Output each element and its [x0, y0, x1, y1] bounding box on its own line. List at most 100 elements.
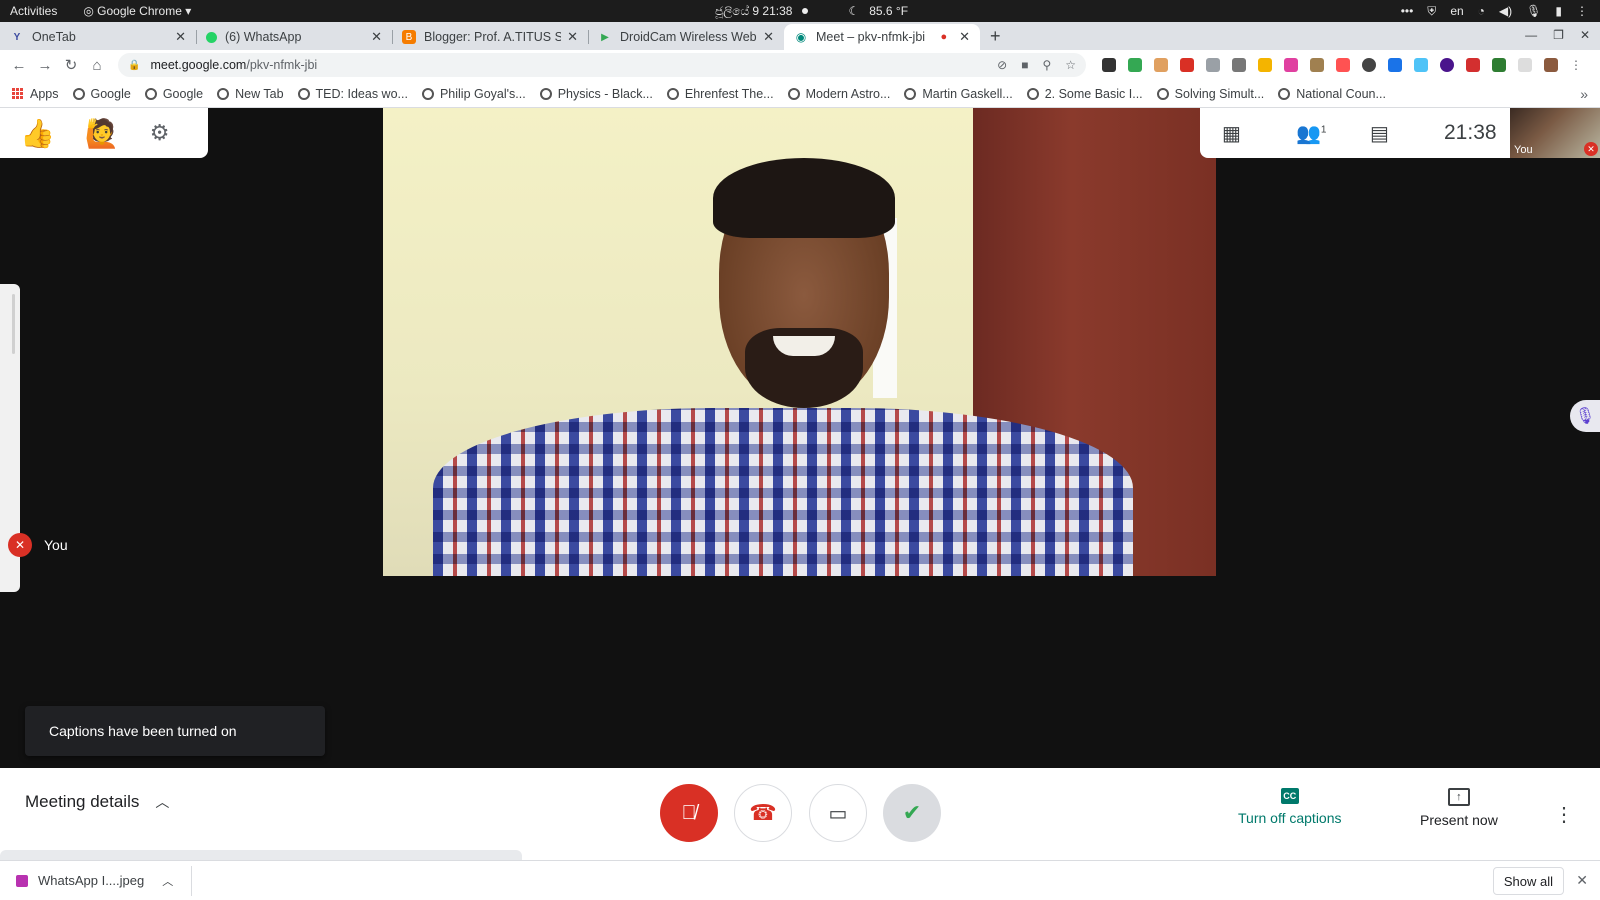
extension-icon[interactable] [1388, 58, 1402, 72]
tab-meet[interactable]: ◉ Meet – pkv-nfmk-jbi ● ✕ [784, 24, 980, 50]
settings-gear-icon[interactable]: ⚙ [150, 120, 170, 146]
extension-icon[interactable] [1518, 58, 1532, 72]
turn-off-captions-button[interactable]: CC Turn off captions [1238, 788, 1342, 826]
download-shelf: WhatsApp I....jpeg ︿ Show all ✕ [0, 860, 1600, 900]
extension-icon[interactable] [1336, 58, 1350, 72]
forward-icon[interactable]: → [32, 57, 58, 74]
extension-icon[interactable] [1102, 58, 1116, 72]
globe-icon [421, 87, 434, 100]
power-menu-icon[interactable]: ⋮ [1576, 4, 1588, 18]
mic-toggle-button[interactable]: 🎙̸ [660, 784, 718, 842]
extension-icon[interactable] [1440, 58, 1454, 72]
globe-icon [297, 87, 310, 100]
activities-button[interactable]: Activities [10, 4, 57, 18]
wifi-icon[interactable]: ◔ [1478, 4, 1485, 18]
reactions-bar: 👍 🙋 ⚙ [0, 108, 208, 158]
chrome-menu-icon[interactable]: ⋮ [1570, 58, 1582, 72]
chat-icon[interactable]: ▤ [1370, 121, 1444, 146]
more-options-icon[interactable]: ⋮ [1554, 802, 1574, 827]
app-menu[interactable]: ◎ Google Chrome ▾ [83, 4, 191, 18]
bookmark-apps[interactable]: Apps [12, 87, 59, 101]
extension-icon[interactable] [1258, 58, 1272, 72]
bookmark-item[interactable]: New Tab [217, 87, 284, 101]
home-icon[interactable]: ⌂ [84, 57, 110, 74]
meet-favicon-icon: ◉ [795, 30, 807, 44]
tab-onetab[interactable]: Y OneTab ✕ [0, 24, 196, 50]
chevron-up-icon: ︿ [155, 794, 170, 810]
close-tab-icon[interactable]: ✕ [371, 29, 382, 45]
thumbs-up-icon[interactable]: 👍 [20, 117, 55, 150]
meeting-details-button[interactable]: Meeting details ︿ [25, 792, 169, 812]
reload-icon[interactable]: ↻ [58, 56, 84, 74]
chevron-up-icon[interactable]: ︿ [162, 873, 173, 889]
camera-icon[interactable]: ■ [1021, 58, 1028, 72]
camera-toggle-button[interactable]: ▭ [809, 784, 867, 842]
bookmark-item[interactable]: Solving Simult... [1156, 87, 1264, 101]
tab-droidcam[interactable]: ▶ DroidCam Wireless Webc ✕ [588, 24, 784, 50]
language-indicator[interactable]: en [1450, 4, 1463, 18]
bookmark-item[interactable]: Ehrenfest The... [666, 87, 774, 101]
layout-grid-icon[interactable]: ▦ [1222, 121, 1296, 146]
hang-up-icon: ☎ [749, 800, 777, 825]
blocked-camera-icon[interactable]: ⊘ [997, 58, 1007, 72]
zoom-icon[interactable]: ⚲ [1042, 58, 1051, 72]
close-tab-icon[interactable]: ✕ [567, 29, 578, 45]
extension-icon[interactable] [1414, 58, 1428, 72]
mic-icon[interactable]: 🎙 [1526, 4, 1541, 18]
overflow-icon[interactable]: ••• [1401, 4, 1414, 18]
bookmark-item[interactable]: Physics - Black... [539, 87, 653, 101]
extension-icon[interactable] [1180, 58, 1194, 72]
tab-whatsapp[interactable]: (6) WhatsApp ✕ [196, 24, 392, 50]
bookmark-item[interactable]: National Coun... [1278, 87, 1386, 101]
meet-top-right-bar: ▦ 👥1 ▤ 21:38 You ✕ [1200, 108, 1600, 158]
check-button[interactable]: ✔ [883, 784, 941, 842]
back-icon[interactable]: ← [6, 57, 32, 74]
bookmark-item[interactable]: Philip Goyal's... [421, 87, 526, 101]
extension-icon[interactable] [1232, 58, 1246, 72]
participants-button[interactable]: 👥1 [1296, 121, 1370, 146]
address-bar[interactable]: 🔒 meet.google.com/pkv-nfmk-jbi ⊘ ■ ⚲ ☆ [118, 53, 1086, 77]
show-all-downloads-button[interactable]: Show all [1492, 867, 1564, 895]
video-camera-icon: ▭ [828, 802, 848, 825]
more-bookmarks-icon[interactable]: » [1580, 86, 1588, 102]
extension-icon[interactable] [1362, 58, 1376, 72]
profile-avatar[interactable] [1544, 58, 1558, 72]
download-item[interactable]: WhatsApp I....jpeg ︿ [0, 865, 192, 896]
close-tab-icon[interactable]: ✕ [175, 29, 186, 45]
close-tab-icon[interactable]: ✕ [763, 29, 774, 45]
bookmark-item[interactable]: Martin Gaskell... [904, 87, 1013, 101]
restore-icon[interactable]: ❐ [1553, 28, 1564, 42]
bookmarks-bar: Apps Google Google New Tab TED: Ideas wo… [0, 80, 1600, 108]
close-shelf-icon[interactable]: ✕ [1576, 872, 1588, 889]
extension-icon[interactable] [1492, 58, 1506, 72]
leave-call-button[interactable]: ☎ [734, 784, 792, 842]
battery-icon[interactable]: ▮ [1555, 4, 1562, 18]
self-view-thumbnail[interactable]: You ✕ [1510, 108, 1600, 158]
volume-icon[interactable]: ◀) [1499, 4, 1512, 18]
bookmark-item[interactable]: Google [144, 87, 203, 101]
minimize-icon[interactable]: — [1525, 28, 1537, 42]
extension-icon[interactable] [1206, 58, 1220, 72]
extension-icon[interactable] [1310, 58, 1324, 72]
bookmark-star-icon[interactable]: ☆ [1065, 58, 1076, 72]
present-now-button[interactable]: ↑ Present now [1420, 788, 1498, 828]
bookmark-item[interactable]: TED: Ideas wo... [297, 87, 408, 101]
extension-icon[interactable] [1284, 58, 1298, 72]
bookmark-item[interactable]: 2. Some Basic I... [1026, 87, 1143, 101]
people-icon: 👥 [1296, 122, 1321, 145]
mic-indicator-icon[interactable]: 🎙 [1570, 400, 1600, 432]
extension-icon[interactable] [1466, 58, 1480, 72]
new-tab-button[interactable]: + [990, 26, 1001, 47]
datetime[interactable]: ජූලියේ 9 21:38 ☾ 85.6 °F [715, 4, 908, 19]
extension-check-icon[interactable] [1128, 58, 1142, 72]
extension-icon[interactable] [1154, 58, 1168, 72]
bookmark-item[interactable]: Google [72, 87, 131, 101]
bookmark-item[interactable]: Modern Astro... [787, 87, 890, 101]
mic-off-icon: ✕ [8, 533, 32, 557]
raise-hand-icon[interactable]: 🙋 [85, 117, 120, 150]
close-window-icon[interactable]: ✕ [1580, 28, 1590, 42]
close-tab-icon[interactable]: ✕ [959, 29, 970, 45]
whatsapp-favicon-icon [206, 31, 217, 43]
shield-icon[interactable]: ⛨ [1427, 4, 1436, 19]
tab-blogger[interactable]: B Blogger: Prof. A.TITUS SA ✕ [392, 24, 588, 50]
